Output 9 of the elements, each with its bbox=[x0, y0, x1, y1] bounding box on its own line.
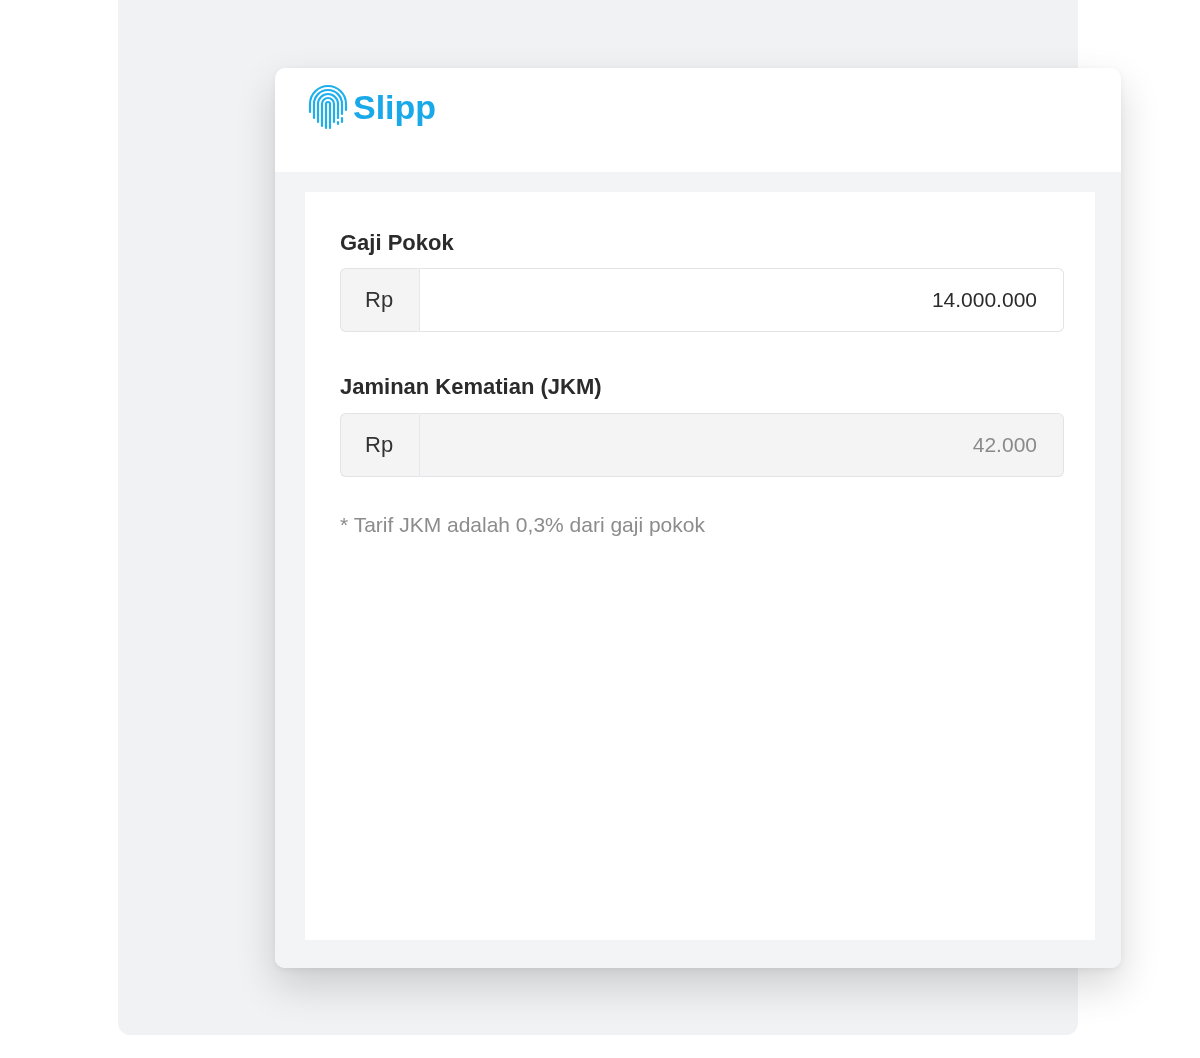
note-text: * Tarif JKM adalah 0,3% dari gaji pokok bbox=[340, 512, 705, 537]
currency-prefix: Rp bbox=[340, 412, 420, 477]
logo-text: Slipp bbox=[353, 90, 437, 124]
currency-prefix: Rp bbox=[340, 268, 420, 333]
fingerprint-icon bbox=[306, 82, 350, 132]
amount-input[interactable]: 14.000.000 bbox=[420, 268, 1064, 333]
field-label: Gaji Pokok bbox=[340, 230, 454, 257]
field-label: Jaminan Kematian (JKM) bbox=[340, 374, 602, 401]
amount-input: 42.000 bbox=[420, 412, 1064, 477]
